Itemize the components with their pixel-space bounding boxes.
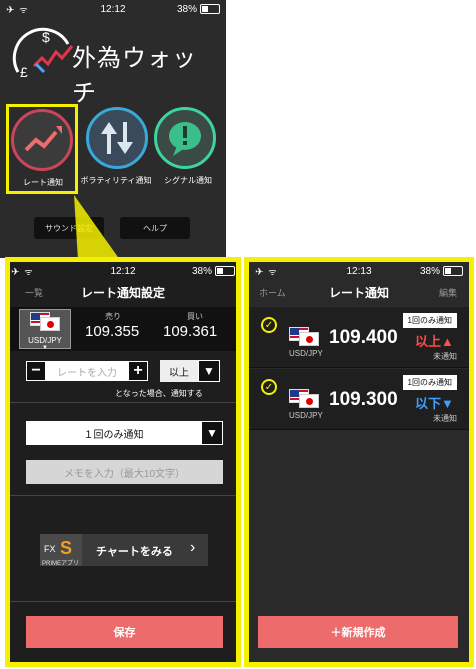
rate-alert-circle — [11, 109, 73, 171]
volatility-circle — [86, 107, 148, 169]
signal-alert-label: シグナル通知 — [164, 176, 212, 185]
rate-alert-label: レート通知 — [23, 178, 63, 187]
rate-alert-button[interactable]: レート通知 — [6, 104, 78, 194]
volatility-alert-label: ボラティリティ通知 — [80, 176, 152, 185]
app-logo: £ $ 外為ウォッチ — [10, 22, 220, 107]
highlight-frame-left — [5, 257, 241, 667]
signal-alert-button[interactable]: シグナル通知 — [150, 107, 230, 197]
airplane-icon: ✈ ᯤ — [6, 4, 28, 16]
status-bar: ✈ ᯤ 12:12 38% — [0, 0, 226, 18]
signal-circle — [154, 107, 216, 169]
trend-up-icon — [24, 126, 62, 152]
logo-gauge-icon: £ $ — [12, 27, 74, 80]
speech-bubble-icon — [169, 122, 201, 156]
battery-indicator: 38% — [177, 4, 220, 15]
up-down-arrows-icon — [101, 122, 133, 154]
highlight-frame-right — [244, 257, 474, 667]
svg-text:$: $ — [42, 29, 50, 45]
svg-text:£: £ — [20, 64, 28, 80]
logo-text: 外為ウォッチ — [72, 45, 197, 107]
